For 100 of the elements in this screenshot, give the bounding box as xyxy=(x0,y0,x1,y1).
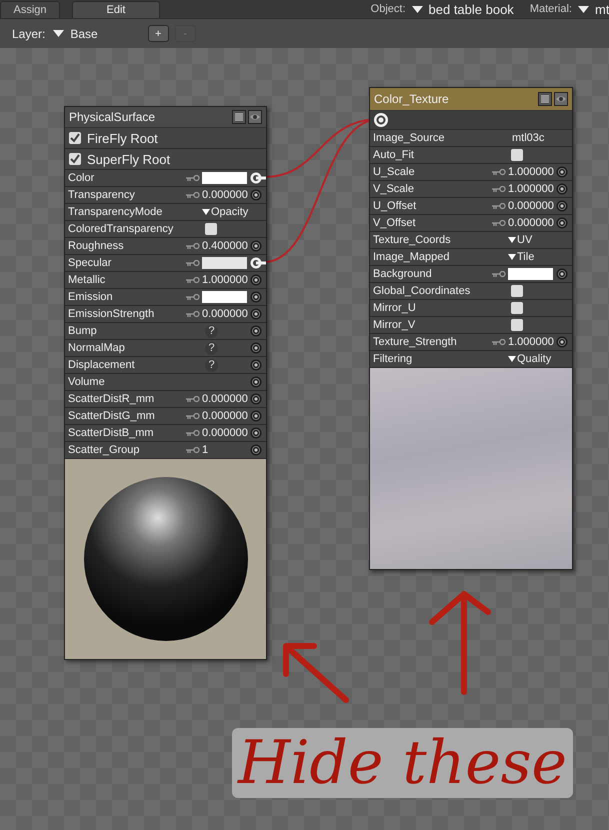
object-label: Object: xyxy=(370,3,406,15)
input-socket-icon[interactable] xyxy=(556,183,568,195)
menu-dropdown[interactable]: Tile xyxy=(517,251,534,263)
value-field[interactable]: 1.000000 xyxy=(202,274,248,286)
input-socket-icon[interactable] xyxy=(250,325,262,337)
key-icon[interactable] xyxy=(186,276,200,284)
caret-icon[interactable] xyxy=(202,209,210,215)
value-field[interactable]: 1.000000 xyxy=(508,336,554,348)
parameter-label: Image_Source xyxy=(373,132,446,144)
value-field[interactable]: 0.000000 xyxy=(202,189,248,201)
value-field[interactable]: 0.400000 xyxy=(202,240,248,252)
input-socket-icon[interactable] xyxy=(250,240,262,252)
input-socket-icon[interactable] xyxy=(250,376,262,388)
object-dropdown[interactable]: bed table book xyxy=(428,2,514,16)
connected-socket-icon[interactable] xyxy=(250,257,266,269)
color-swatch[interactable] xyxy=(202,172,247,184)
key-icon[interactable] xyxy=(492,220,506,226)
input-socket-icon[interactable] xyxy=(250,342,262,354)
shader-node[interactable] xyxy=(369,87,573,570)
key-icon[interactable] xyxy=(186,260,200,266)
value-field[interactable]: 0.000000 xyxy=(202,410,248,422)
key-icon[interactable] xyxy=(186,294,200,300)
key-icon[interactable] xyxy=(186,242,200,250)
value-field[interactable]: 0.000000 xyxy=(202,427,248,439)
parameter-label: U_Offset xyxy=(373,200,418,212)
key-icon[interactable] xyxy=(492,168,506,176)
value-field[interactable]: 0.000000 xyxy=(202,308,248,320)
map-button[interactable]: ? xyxy=(205,358,218,372)
file-name[interactable]: mtl03c xyxy=(512,132,544,144)
input-socket-icon[interactable] xyxy=(250,359,262,371)
menu-dropdown[interactable]: Opacity xyxy=(211,206,248,218)
color-swatch[interactable] xyxy=(508,268,553,280)
parameter-label: Mirror_U xyxy=(373,302,417,314)
parameter-label: ScatterDistR_mm xyxy=(68,393,156,405)
output-socket-icon[interactable] xyxy=(373,112,389,128)
input-socket-icon[interactable] xyxy=(250,274,262,286)
checkbox[interactable] xyxy=(511,302,523,314)
value-field[interactable]: 0.000000 xyxy=(202,393,248,405)
value-field[interactable]: 0.000000 xyxy=(508,200,554,212)
value-field[interactable]: 0.000000 xyxy=(508,217,554,229)
value-field[interactable]: 1 xyxy=(202,444,208,456)
menu-dropdown[interactable]: Quality xyxy=(517,353,552,365)
parameter-label: ScatterDistB_mm xyxy=(68,427,155,439)
input-socket-icon[interactable] xyxy=(556,217,568,229)
layer-dropdown[interactable]: Base xyxy=(70,26,98,40)
key-icon[interactable] xyxy=(186,430,200,436)
checkbox[interactable] xyxy=(511,319,523,331)
input-socket-icon[interactable] xyxy=(250,189,262,201)
caret-icon[interactable] xyxy=(412,6,423,12)
key-icon[interactable] xyxy=(186,310,200,318)
key-icon[interactable] xyxy=(492,202,506,210)
checkbox[interactable] xyxy=(69,153,81,165)
value-field[interactable]: 1.000000 xyxy=(508,183,554,195)
key-icon[interactable] xyxy=(492,270,506,278)
checkbox[interactable] xyxy=(511,285,523,297)
add-layer-button[interactable]: + xyxy=(148,25,169,42)
material-dropdown[interactable]: mt xyxy=(595,2,609,16)
mode-tab[interactable]: Assign xyxy=(0,1,60,18)
input-socket-icon[interactable] xyxy=(556,166,568,178)
color-swatch[interactable] xyxy=(202,257,247,269)
caret-icon[interactable] xyxy=(578,6,589,12)
input-socket-icon[interactable] xyxy=(250,308,262,320)
map-button[interactable]: ? xyxy=(205,324,218,338)
input-socket-icon[interactable] xyxy=(556,268,568,280)
map-button[interactable]: ? xyxy=(205,342,218,354)
shader-node[interactable] xyxy=(64,106,267,660)
menu-icon[interactable] xyxy=(232,110,246,124)
checkbox[interactable] xyxy=(511,149,523,161)
input-socket-icon[interactable] xyxy=(250,410,262,422)
caret-icon[interactable] xyxy=(508,237,516,243)
color-swatch[interactable] xyxy=(202,291,247,303)
input-socket-icon[interactable] xyxy=(250,393,262,405)
connected-socket-icon[interactable] xyxy=(250,172,266,184)
eye-icon[interactable] xyxy=(248,110,262,124)
input-socket-icon[interactable] xyxy=(250,291,262,303)
parameter-label: ScatterDistG_mm xyxy=(68,410,156,422)
layer-label: Layer: xyxy=(12,26,46,40)
checkbox[interactable] xyxy=(205,223,217,235)
key-icon[interactable] xyxy=(492,186,506,192)
input-socket-icon[interactable] xyxy=(556,336,568,348)
key-icon[interactable] xyxy=(186,396,200,402)
key-icon[interactable] xyxy=(186,192,200,198)
input-socket-icon[interactable] xyxy=(556,200,568,212)
key-icon[interactable] xyxy=(186,174,200,182)
input-socket-icon[interactable] xyxy=(250,427,262,439)
key-icon[interactable] xyxy=(186,446,200,454)
value-field[interactable]: 1.000000 xyxy=(508,166,554,178)
mode-tab[interactable]: Edit xyxy=(72,1,160,18)
menu-icon[interactable] xyxy=(538,92,552,106)
eye-icon[interactable] xyxy=(554,92,568,106)
caret-icon[interactable] xyxy=(508,356,516,362)
parameter-label: Texture_Coords xyxy=(373,234,452,246)
input-socket-icon[interactable] xyxy=(250,444,262,456)
key-icon[interactable] xyxy=(492,338,506,346)
parameter-label: Roughness xyxy=(68,240,125,252)
caret-icon[interactable] xyxy=(508,254,516,260)
key-icon[interactable] xyxy=(186,412,200,420)
caret-icon[interactable] xyxy=(53,30,64,37)
checkbox[interactable] xyxy=(69,132,81,144)
menu-dropdown[interactable]: UV xyxy=(517,234,532,246)
